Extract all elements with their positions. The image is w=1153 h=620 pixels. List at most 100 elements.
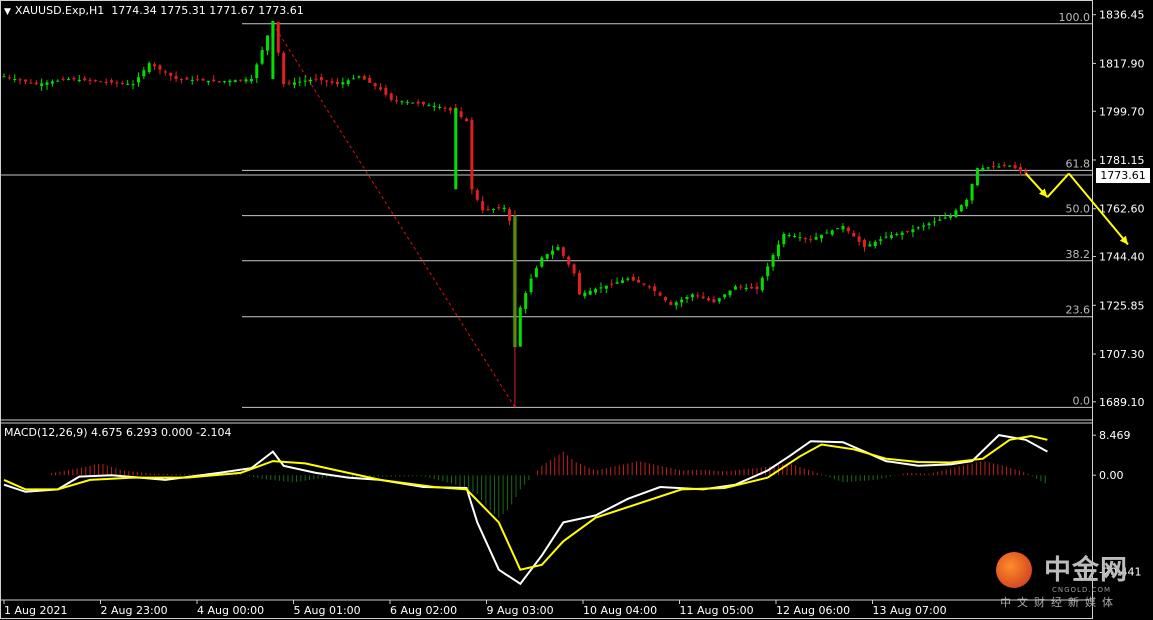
candle-body <box>239 79 243 81</box>
candle-body <box>223 81 227 83</box>
macd-header: MACD(12,26,9) 4.675 6.293 0.000 -2.104 <box>4 426 232 439</box>
candle-body <box>809 239 813 241</box>
candle-body <box>1002 164 1006 167</box>
candle-body <box>1008 165 1012 167</box>
candle-body <box>88 79 92 81</box>
candle-body <box>884 236 888 238</box>
candle-body <box>728 290 732 296</box>
candle-body <box>454 107 458 190</box>
candle-body <box>793 236 797 238</box>
candle-body <box>669 301 673 305</box>
candle-body <box>1018 167 1022 171</box>
candle-body <box>572 264 576 274</box>
candle-body <box>707 298 711 301</box>
candle-body <box>561 247 565 256</box>
candle-body <box>551 250 555 255</box>
candle-body <box>126 83 130 85</box>
candle-body <box>776 244 780 257</box>
candle-body <box>400 101 404 103</box>
candle-body <box>819 234 823 239</box>
fib-level-label: 50.0 <box>1066 203 1091 216</box>
candle-body <box>13 78 17 80</box>
logo: 中金网 CNGOLD.COM 中文财经新媒体 <box>996 548 1146 616</box>
candle-body <box>325 80 329 82</box>
candle-body <box>7 77 11 79</box>
candle-body <box>158 65 162 70</box>
candle-body <box>45 82 49 85</box>
candle-body <box>24 79 28 82</box>
candle-body <box>443 107 447 109</box>
candle-body <box>131 84 135 86</box>
candle-body <box>190 79 194 81</box>
ohlc-values: 1774.34 1775.31 1771.67 1773.61 <box>111 4 304 17</box>
candle-body <box>954 210 958 217</box>
candle-body <box>292 82 296 85</box>
candle-body <box>959 205 963 212</box>
candle-body <box>647 286 651 288</box>
candle-body <box>362 76 366 80</box>
candle-body <box>545 254 549 259</box>
candle-body <box>421 101 425 105</box>
candle-body <box>201 78 205 81</box>
candle-body <box>712 299 716 303</box>
candle-body <box>615 282 619 284</box>
candle-body <box>271 21 275 79</box>
chart-canvas: 1836.45 1817.90 1799.70 1781.15 1762.60 1744.… <box>0 0 1145 619</box>
candle-body <box>922 225 926 227</box>
candle-body <box>631 276 635 281</box>
candle-body <box>255 64 259 78</box>
candle-body <box>906 230 910 232</box>
candle-body <box>335 81 339 85</box>
candle-body <box>701 296 705 299</box>
candle-body <box>755 286 759 290</box>
time-axis-label: 2 Aug 23:00 <box>101 604 168 617</box>
candle-body <box>771 254 775 267</box>
candle-body <box>448 107 452 111</box>
candle-body <box>567 256 571 265</box>
price-axis-label: 1707.30 <box>1099 348 1145 361</box>
price-axis-label: 1744.40 <box>1099 251 1145 264</box>
candle-body <box>309 79 313 82</box>
candle-body <box>803 238 807 240</box>
candle-body <box>852 232 856 237</box>
candle-body <box>782 233 786 245</box>
candle-body <box>475 190 479 200</box>
candle-body <box>642 283 646 285</box>
logo-name: 中金网 <box>1044 555 1128 586</box>
candle-body <box>981 167 985 170</box>
candle-body <box>411 102 415 104</box>
time-axis-label: 13 Aug 07:00 <box>873 604 947 617</box>
time-axis-label: 6 Aug 02:00 <box>390 604 457 617</box>
candle-body <box>938 219 942 221</box>
candle-body <box>163 71 167 73</box>
candle-body <box>846 227 850 232</box>
candle-body <box>604 285 608 289</box>
price-axis-label: 1762.60 <box>1099 203 1145 216</box>
candle-body <box>93 80 97 82</box>
candle-body <box>416 101 420 104</box>
candle-body <box>298 81 302 83</box>
candle-body <box>330 81 334 83</box>
candle-body <box>653 286 657 292</box>
candle-body <box>680 299 684 303</box>
candle-body <box>384 87 388 95</box>
candle-body <box>395 100 399 102</box>
candle-body <box>733 286 737 290</box>
dropdown-triangle-icon[interactable]: ▼ <box>4 7 11 17</box>
candle-body <box>787 235 791 237</box>
candle-body <box>658 292 662 296</box>
candle-body <box>895 233 899 235</box>
candle-body <box>739 286 743 288</box>
candle-body <box>77 79 81 82</box>
time-axis-label: 4 Aug 00:00 <box>197 604 264 617</box>
candle-body <box>314 78 318 80</box>
candle-body <box>346 80 350 84</box>
time-axis-label: 11 Aug 05:00 <box>680 604 754 617</box>
candle-body <box>814 237 818 240</box>
candle-body <box>470 120 474 190</box>
candle-body <box>1013 165 1017 169</box>
candle-body <box>518 307 522 347</box>
candle-body <box>696 295 700 297</box>
candle-body <box>287 82 291 84</box>
candle-body <box>249 78 253 82</box>
